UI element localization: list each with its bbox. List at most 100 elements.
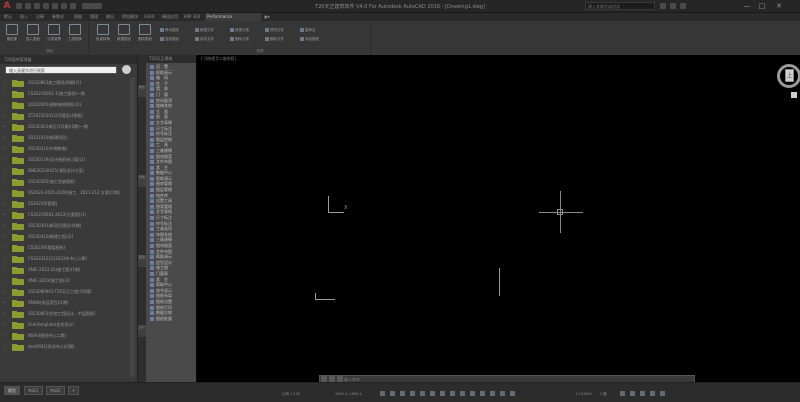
tab-featured-apps[interactable]: 精选应用 [160, 13, 180, 21]
tab-insert[interactable]: 插入 [18, 13, 30, 21]
folder-item[interactable]: › ZS20230(套图) [0, 199, 137, 210]
folder-item[interactable]: › 20230301(新项目建设)(4期) [0, 221, 137, 232]
project-library-button[interactable]: 工程图库 [66, 24, 84, 48]
folder-item[interactable]: › 20230301南区(1号楼)(1期)一期 [0, 122, 137, 133]
delete-category-button[interactable]: 删除分类 [230, 36, 249, 42]
chevron-right-icon[interactable]: › [4, 157, 6, 163]
new-category-button[interactable]: 新建分类 [230, 27, 249, 33]
folder-item[interactable]: › NSAV(图纸中心二期) [0, 331, 137, 342]
move-sheet-button[interactable]: 移动图纸 [160, 27, 179, 33]
add-layout-button[interactable]: + [68, 386, 80, 395]
chevron-right-icon[interactable]: › [4, 179, 6, 185]
tab-performance[interactable]: Performance [205, 13, 261, 21]
search-input[interactable]: 键入关键字或短语 [585, 2, 655, 10]
chevron-right-icon[interactable]: › [4, 80, 6, 86]
folder-item[interactable]: › DNE20230425(消防设计方案) [0, 166, 137, 177]
folder-item[interactable]: › XNNN(多层项目)(1期) [0, 298, 137, 309]
folder-item[interactable]: › 20230410(新建工程)(2) [0, 232, 137, 243]
folder-item[interactable]: › XNIC-2023.01(施工图)(1期) [0, 265, 137, 276]
folder-item[interactable]: › test0601(测试中心)(2期) [0, 342, 137, 353]
chevron-right-icon[interactable]: › [4, 102, 6, 108]
tab-addins[interactable]: 附加模块 [120, 13, 140, 21]
category-manage-button[interactable]: 分类管理 [45, 24, 63, 48]
chevron-right-icon[interactable]: › [4, 289, 6, 295]
filter-icon[interactable] [490, 391, 495, 396]
scale-readout[interactable]: 比例 1:100 [282, 391, 300, 397]
chevron-right-icon[interactable]: › [4, 212, 6, 218]
save-as-icon[interactable] [43, 3, 49, 9]
folder-item[interactable]: › 20230119(设计图纸修订版)(1) [0, 155, 137, 166]
minimize-button[interactable]: — [740, 1, 754, 11]
tab-model[interactable]: 模型 [4, 386, 20, 395]
vertical-tab[interactable]: 图层 [138, 255, 146, 267]
hardware-accel-icon[interactable] [640, 391, 645, 396]
chevron-right-icon[interactable]: › [4, 322, 6, 328]
tab-output[interactable]: 输出 [104, 13, 116, 21]
folder-item[interactable]: › 20221010(新建项目) [0, 133, 137, 144]
folder-item[interactable]: › 20230801(住宅工程设计、中层图纸) [0, 309, 137, 320]
folder-item[interactable]: › CS20231212(2023年中心二期) [0, 254, 137, 265]
tab-bim360[interactable]: BIM 360 [182, 13, 202, 21]
modify-file-button[interactable]: 修改文件 [265, 27, 284, 33]
tab-more[interactable]: ▣▾ [262, 13, 272, 21]
library-search-input[interactable]: 输入关键字进行搜索 [5, 66, 117, 74]
help-icon[interactable] [680, 3, 686, 9]
folder-item[interactable]: › CS20230001-1(施工图纸)一期 [0, 89, 137, 100]
new-file-icon[interactable] [16, 3, 22, 9]
grid-icon[interactable] [380, 391, 385, 396]
3d-osnap-icon[interactable] [470, 391, 475, 396]
chevron-right-icon[interactable]: › [4, 168, 6, 174]
chevron-right-icon[interactable]: › [4, 223, 6, 229]
save-icon[interactable] [34, 3, 40, 9]
isolate-icon[interactable] [630, 391, 635, 396]
tab-layout1[interactable]: 布局1 [24, 386, 43, 395]
chevron-right-icon[interactable]: › [4, 333, 6, 339]
folder-item[interactable]: › CS20230501-2023(方案图)(1) [0, 210, 137, 221]
maximize-button[interactable]: □ [755, 1, 769, 11]
drawing-canvas[interactable]: [-][俯视][二维线框] X 上 键入命令 [197, 55, 800, 383]
chevron-right-icon[interactable]: › [4, 256, 6, 262]
units-readout[interactable]: 小数 [600, 391, 607, 397]
app-logo-icon[interactable]: A [2, 1, 12, 11]
drawing-line[interactable] [315, 299, 335, 300]
folder-item[interactable]: › 20230210(中期审查) [0, 144, 137, 155]
insert-sheet-button[interactable]: 插入图纸 [24, 24, 42, 48]
tab-annotate[interactable]: 注释 [34, 13, 46, 21]
copy-sheet-button[interactable]: 复制图纸 [160, 36, 179, 42]
osnap-icon[interactable] [420, 391, 425, 396]
vertical-tab[interactable]: 特性 [138, 175, 146, 187]
selection-cycle-icon[interactable] [460, 391, 465, 396]
tab-view[interactable]: 视图 [72, 13, 84, 21]
add-sheet-button[interactable]: 添加图纸 [300, 36, 319, 42]
exchange-icon[interactable] [670, 3, 676, 9]
folder-item[interactable]: › 20230305(施工验收图纸) [0, 177, 137, 188]
folder-item[interactable]: › 20220505(建筑装修图纸)(2) [0, 100, 137, 111]
vertical-tab[interactable]: 设计 [138, 325, 146, 337]
sheet-set-button[interactable]: 图纸集 [3, 24, 21, 48]
redo-icon[interactable] [70, 3, 76, 9]
viewport-controls[interactable]: [-][俯视][二维线框] [201, 56, 236, 62]
customize-icon[interactable] [660, 391, 665, 396]
drawing-line[interactable] [499, 268, 500, 296]
annotation-icon[interactable] [510, 391, 515, 396]
save-file-as-button[interactable]: 另存文件 [195, 36, 214, 42]
chevron-right-icon[interactable]: › [4, 201, 6, 207]
ortho-icon[interactable] [400, 391, 405, 396]
chevron-right-icon[interactable]: › [4, 245, 6, 251]
vertical-tab[interactable]: 属性 [138, 85, 146, 97]
folder-item[interactable]: › XNIC-2023(施工图)(2) [0, 276, 137, 287]
dynamic-ucs-icon[interactable] [480, 391, 485, 396]
gear-icon[interactable] [122, 65, 131, 74]
gizmo-icon[interactable] [500, 391, 505, 396]
folder-item[interactable]: › XS2023-2025-2026(施工、2021-212 方案)(1期) [0, 188, 137, 199]
folder-item[interactable]: › 2023080901-T20天正工程(3号楼) [0, 287, 137, 298]
transparency-icon[interactable] [450, 391, 455, 396]
workspace-dropdown[interactable] [82, 3, 102, 9]
menu-item[interactable]: 图纸批量 [146, 316, 196, 322]
close-button[interactable]: ✕ [772, 1, 786, 11]
otrack-icon[interactable] [430, 391, 435, 396]
print-icon[interactable] [52, 3, 58, 9]
delete-sheet-button[interactable]: 删除图纸 [136, 24, 154, 48]
viewcube-face[interactable]: 上 [785, 69, 794, 82]
new-sheet-button[interactable]: 新建图纸 [115, 24, 133, 48]
